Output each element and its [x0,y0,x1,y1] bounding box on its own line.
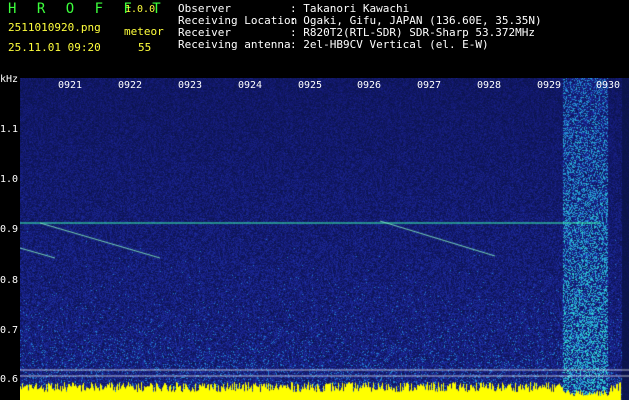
time-tick-0922: 0922 [118,80,143,91]
time-tick-0927: 0927 [417,80,442,91]
freq-tick-0-8: 0.8 [0,275,19,286]
freq-unit-label: kHz [0,74,19,85]
spectrogram [20,78,629,400]
station-row-antenna: Receiving antenna: 2el-HB9CV Vertical (e… [178,38,489,51]
freq-tick-1-0: 1.0 [0,174,19,185]
station-info: Observer: Takanori Kawachi Receiving Loc… [178,3,542,51]
time-tick-0929: 0929 [537,80,562,91]
meteor-label: meteor [124,25,164,38]
time-tick-0921: 0921 [58,80,83,91]
file-datetime: 25.11.01 09:20 [8,41,101,54]
time-tick-0926: 0926 [357,80,382,91]
time-tick-0928: 0928 [477,80,502,91]
freq-tick-0-6: 0.6 [0,374,19,385]
time-tick-0923: 0923 [178,80,203,91]
app-version: 1.0.0 [125,4,156,15]
freq-tick-0-9: 0.9 [0,224,19,235]
freq-tick-1-1: 1.1 [0,124,19,135]
meteor-count: 55 [138,41,152,54]
time-tick-0924: 0924 [238,80,263,91]
file-name: 2511010920.png [8,21,101,34]
time-tick-0930: 0930 [596,80,621,91]
freq-tick-0-7: 0.7 [0,325,19,336]
hrofft-screen: H R O F F T 1.0.0 2511010920.png 25.11.0… [0,0,629,400]
time-tick-0925: 0925 [298,80,323,91]
